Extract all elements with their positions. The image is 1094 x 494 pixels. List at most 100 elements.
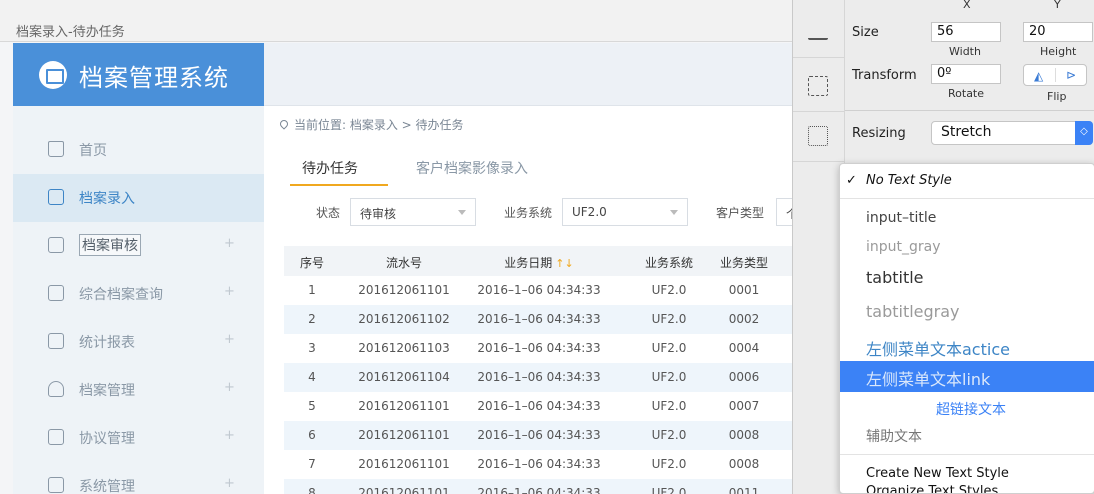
table-cell: UF2.0 bbox=[651, 341, 687, 355]
tab-customer-image-entry[interactable]: 客户档案影像录入 bbox=[416, 158, 528, 178]
sidebar-item-system[interactable]: 系统管理 + bbox=[13, 462, 264, 494]
table-row[interactable]: 6 201612061101 2016–1–06 04:34:33 UF2.0 0008 bbox=[284, 421, 792, 450]
table-cell: 0007 bbox=[728, 399, 760, 413]
menu-item-text-style[interactable]: 辅助文本 bbox=[840, 426, 1094, 446]
flip-vertical-icon[interactable]: ⊳ bbox=[1066, 68, 1076, 82]
flip-horizontal-icon[interactable]: ◭ bbox=[1034, 69, 1043, 83]
table-header: 序号 流水号 业务日期 ↑↓ 业务系统 业务类型 bbox=[284, 246, 792, 276]
table-cell: 2 bbox=[308, 312, 316, 326]
menu-item-label: tabtitle bbox=[866, 268, 924, 287]
column-header-business-date[interactable]: 业务日期 ↑↓ bbox=[504, 254, 573, 271]
table-row[interactable]: 1 201612061101 2016–1–06 04:34:33 UF2.0 0001 bbox=[284, 276, 792, 305]
screen: 档案录入-待办任务 档案管理系统 首页 档案录入 档案审核 + 综合档案查询 +… bbox=[0, 0, 1094, 494]
table-row[interactable]: 2 201612061102 2016–1–06 04:34:33 UF2.0 0002 bbox=[284, 305, 792, 334]
menu-item-text-style[interactable]: input–title bbox=[840, 210, 1094, 230]
sidebar-item-label: 档案录入 bbox=[79, 191, 135, 207]
select-stepper-icon: ◇ bbox=[1075, 121, 1093, 145]
expand-plus-icon[interactable]: + bbox=[224, 380, 235, 395]
menu-item-text-style[interactable]: input_gray bbox=[840, 239, 1094, 259]
table-cell: 1 bbox=[308, 283, 316, 297]
customer-type-filter-label: 客户类型 bbox=[716, 206, 765, 220]
sidebar-item-agreements[interactable]: 协议管理 + bbox=[13, 414, 264, 462]
menu-item-text-style[interactable]: tabtitle bbox=[840, 268, 1094, 292]
menu-item-organize-text-styles[interactable]: Organize Text Styles... bbox=[840, 484, 1094, 494]
sidebar-item-archive-review[interactable]: 档案审核 + bbox=[13, 222, 264, 270]
table-cell: 7 bbox=[308, 457, 316, 471]
expand-plus-icon[interactable]: + bbox=[224, 428, 235, 443]
location-pin-icon bbox=[278, 118, 290, 130]
table-cell: 2016–1–06 04:34:33 bbox=[477, 428, 601, 442]
system-select[interactable]: UF2.0 bbox=[562, 198, 688, 226]
bar-chart-icon bbox=[48, 333, 64, 349]
resizing-select[interactable]: Stretch ◇ bbox=[931, 121, 1093, 145]
resize-frame-icon bbox=[808, 126, 828, 146]
table-cell: 2016–1–06 04:34:33 bbox=[477, 370, 601, 384]
menu-item-label: 超链接文本 bbox=[936, 402, 1006, 418]
table-cell: 6 bbox=[308, 428, 316, 442]
system-select-value: UF2.0 bbox=[572, 205, 607, 219]
table-cell: UF2.0 bbox=[651, 283, 687, 297]
window-titlebar: 档案录入-待办任务 bbox=[0, 0, 792, 42]
monitor-icon bbox=[48, 477, 64, 493]
table-cell: 201612061101 bbox=[358, 457, 450, 471]
brand-header: 档案管理系统 bbox=[13, 43, 264, 106]
size-label: Size bbox=[852, 25, 879, 40]
edit-document-icon bbox=[48, 189, 64, 205]
menu-item-text-style[interactable]: tabtitlegray bbox=[840, 302, 1094, 326]
sidebar-item-label: 协议管理 bbox=[79, 431, 135, 447]
sidebar-item-archive-entry[interactable]: 档案录入 bbox=[13, 174, 264, 222]
customer-type-select[interactable]: 个 bbox=[776, 198, 792, 226]
menu-item-label: Organize Text Styles... bbox=[866, 484, 1011, 494]
align-bottom-icon bbox=[808, 22, 828, 40]
layout-tool-button[interactable] bbox=[793, 62, 844, 112]
table-cell: 201612061104 bbox=[358, 370, 450, 384]
tab-pending-tasks[interactable]: 待办任务 bbox=[302, 158, 358, 178]
expand-plus-icon[interactable]: + bbox=[224, 284, 235, 299]
expand-plus-icon[interactable]: + bbox=[224, 332, 235, 347]
sidebar-item-label: 档案审核 bbox=[79, 234, 141, 256]
table-row[interactable]: 3 201612061103 2016–1–06 04:34:33 UF2.0 0004 bbox=[284, 334, 792, 363]
align-tool-button[interactable] bbox=[793, 8, 844, 58]
sidebar-item-home[interactable]: 首页 bbox=[13, 126, 264, 174]
menu-item-label: 左侧菜单文本link bbox=[866, 370, 991, 389]
width-field[interactable]: 56 bbox=[931, 22, 1001, 42]
rotate-field[interactable]: 0º bbox=[931, 64, 1001, 84]
system-filter-label: 业务系统 bbox=[504, 206, 553, 220]
table-cell: 5 bbox=[308, 399, 316, 413]
main-content: 当前位置: 档案录入 > 待办任务 待办任务 客户档案影像录入 状态 待审核 业… bbox=[264, 106, 792, 494]
menu-item-text-style[interactable]: 超链接文本 bbox=[840, 399, 1094, 419]
table-cell: 0002 bbox=[728, 312, 760, 326]
x-axis-label: X bbox=[963, 0, 971, 11]
table-cell: UF2.0 bbox=[651, 486, 687, 494]
menu-divider bbox=[840, 454, 1094, 455]
height-caption: Height bbox=[1040, 45, 1077, 58]
flip-caption: Flip bbox=[1047, 90, 1067, 103]
table-row[interactable]: 8 201612061101 2016–1–06 04:34:33 UF2.0 0011 bbox=[284, 479, 792, 494]
resize-tool-button[interactable] bbox=[793, 112, 844, 162]
table-cell: 2016–1–06 04:34:33 bbox=[477, 486, 601, 494]
sort-icon[interactable]: ↑↓ bbox=[555, 257, 573, 270]
table-row[interactable]: 5 201612061101 2016–1–06 04:34:33 UF2.0 0007 bbox=[284, 392, 792, 421]
text-style-menu: ✓ No Text Style input–title input_gray t… bbox=[839, 163, 1094, 494]
sidebar-item-archive-query[interactable]: 综合档案查询 + bbox=[13, 270, 264, 318]
expand-plus-icon[interactable]: + bbox=[224, 476, 235, 491]
menu-item-no-text-style[interactable]: ✓ No Text Style bbox=[840, 173, 1094, 193]
height-field[interactable]: 20 bbox=[1023, 22, 1093, 42]
brand-title: 档案管理系统 bbox=[79, 64, 229, 92]
menu-item-text-style[interactable]: 左侧菜单文本actice bbox=[840, 335, 1094, 361]
table-cell: 2016–1–06 04:34:33 bbox=[477, 312, 601, 326]
breadcrumb: 当前位置: 档案录入 > 待办任务 bbox=[278, 116, 464, 133]
table-row[interactable]: 7 201612061101 2016–1–06 04:34:33 UF2.0 0008 bbox=[284, 450, 792, 479]
expand-plus-icon[interactable]: + bbox=[224, 236, 235, 251]
table-row[interactable]: 4 201612061104 2016–1–06 04:34:33 UF2.0 0006 bbox=[284, 363, 792, 392]
sidebar-item-reports[interactable]: 统计报表 + bbox=[13, 318, 264, 366]
menu-item-label: No Text Style bbox=[866, 173, 952, 188]
sidebar-item-archive-management[interactable]: 档案管理 + bbox=[13, 366, 264, 414]
status-select[interactable]: 待审核 bbox=[350, 198, 476, 226]
menu-item-create-text-style[interactable]: Create New Text Style bbox=[840, 466, 1094, 484]
sidebar-item-label: 统计报表 bbox=[79, 335, 135, 351]
review-document-icon bbox=[48, 237, 64, 253]
menu-item-text-style-highlighted[interactable]: 左侧菜单文本link bbox=[840, 361, 1094, 392]
status-select-value: 待审核 bbox=[360, 207, 397, 221]
table-cell: 0011 bbox=[728, 486, 760, 494]
